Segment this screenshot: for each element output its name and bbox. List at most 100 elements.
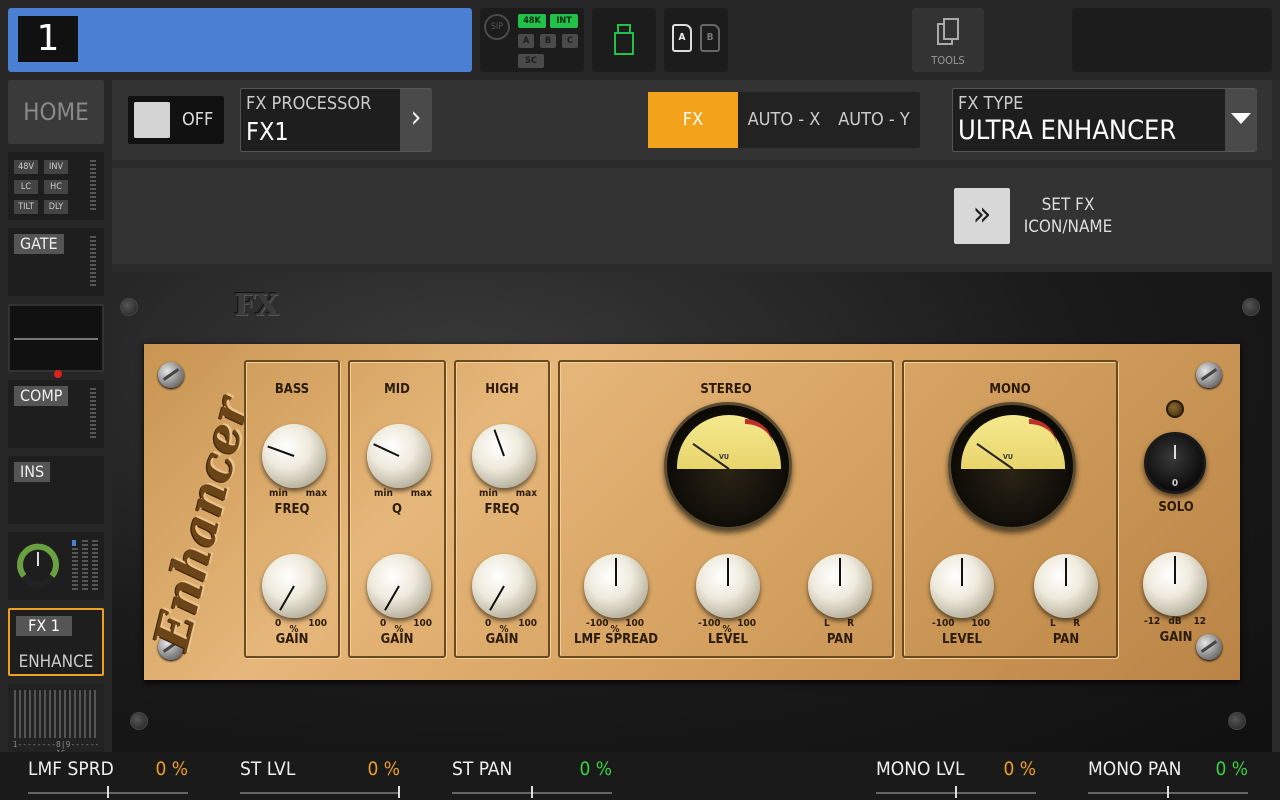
output-gain-knob[interactable] <box>1143 552 1207 616</box>
high-gain-knob[interactable] <box>472 554 536 618</box>
high-title: HIGH <box>485 382 519 397</box>
channel-number: 1 <box>18 16 78 62</box>
tab-fx[interactable]: FX <box>648 92 738 148</box>
eq-block[interactable] <box>8 304 104 378</box>
channel-strip-sidebar: HOME 48V INV LC HC TILT DLY GATE COMP IN… <box>0 80 112 758</box>
fx-type-dropdown[interactable]: FX TYPE ULTRA ENHANCER <box>952 88 1257 152</box>
bass-title: BASS <box>274 382 310 397</box>
stereo-level-knob[interactable] <box>696 554 760 618</box>
param-stereo-pan[interactable]: ST PAN 0 % <box>452 752 612 800</box>
gate-block[interactable]: GATE <box>8 228 104 296</box>
mono-pan-label: PAN <box>1052 632 1080 647</box>
mid-gain-label: GAIN <box>380 632 414 647</box>
fx-processor-value: FX1 <box>246 117 289 146</box>
param-name: ST PAN <box>452 758 513 780</box>
lmf-spread-knob[interactable] <box>584 554 648 618</box>
output-gain-hi: 12 <box>1193 616 1206 627</box>
set-fx-row: » SET FX ICON/NAME <box>112 168 1272 264</box>
param-slider-track[interactable] <box>240 792 400 794</box>
sidechain-badge: SC <box>518 54 544 68</box>
bass-gain-label: GAIN <box>275 632 309 647</box>
stereo-pan-knob[interactable] <box>808 554 872 618</box>
output-block[interactable] <box>8 532 104 600</box>
chevron-right-icon[interactable]: › <box>400 89 432 151</box>
param-mono-pan[interactable]: MONO PAN 0 % <box>1088 752 1248 800</box>
mid-gain-knob[interactable] <box>367 554 431 618</box>
param-slider-handle[interactable] <box>398 786 400 798</box>
dropdown-button[interactable] <box>1225 89 1257 151</box>
clock-badge: INT <box>550 14 578 28</box>
comp-meter <box>90 388 96 440</box>
fx-type-value: ULTRA ENHANCER <box>958 115 1177 146</box>
mono-section: MONO VU -100 100 LEVEL L R PAN <box>902 360 1118 658</box>
top-right-panel[interactable] <box>1072 8 1272 72</box>
enhancer-panel: Enhancer BASS min max FREQ 0 % 100 GAIN … <box>144 344 1240 680</box>
param-name: ST LVL <box>240 758 296 780</box>
input-block[interactable]: 48V INV LC HC TILT DLY <box>8 152 104 220</box>
bass-freq-knob[interactable] <box>262 424 326 488</box>
insert-label: INS <box>14 462 51 482</box>
rack-bolt <box>1242 298 1260 316</box>
high-gain-label: GAIN <box>485 632 519 647</box>
stereo-level-hi: 100 <box>737 618 756 629</box>
param-slider-handle[interactable] <box>107 786 109 798</box>
status-panel[interactable]: SIP 48K INT A B C SC <box>480 8 584 72</box>
fx-processor-title: FX PROCESSOR <box>246 93 372 114</box>
bus-send-meters <box>14 690 98 738</box>
stereo-pan-r: R <box>847 618 854 629</box>
mid-gain-hi: 100 <box>413 618 432 629</box>
bus-sends-block[interactable]: 1--------8|9--------16 <box>8 684 104 758</box>
fx-block-selected[interactable]: FX 1 ENHANCE <box>8 608 104 676</box>
pan-dial-icon <box>17 543 59 587</box>
card-slots-button[interactable]: A B <box>664 8 728 72</box>
param-mono-level[interactable]: MONO LVL 0 % <box>876 752 1036 800</box>
fx-on-off-toggle[interactable]: OFF <box>128 96 224 144</box>
set-fx-icon-button[interactable]: » <box>954 188 1010 244</box>
insert-block[interactable]: INS <box>8 456 104 524</box>
param-name: MONO LVL <box>876 758 965 780</box>
mono-vu-meter: VU <box>948 402 1076 530</box>
fx-header-row: OFF FX PROCESSOR FX1 › FX AUTO - X AUTO … <box>112 80 1272 160</box>
stereo-vu-meter: VU <box>664 402 792 530</box>
channel-selector[interactable]: 1 <box>8 8 472 72</box>
eq-curve <box>14 338 98 340</box>
top-bar: 1 SIP 48K INT A B C SC A B TOOLS <box>0 0 1280 80</box>
stereo-section: STEREO VU -100 % 100 LMF SPREAD -100 % 1… <box>558 360 894 658</box>
card-c-badge: C <box>562 34 578 48</box>
usb-button[interactable] <box>592 8 656 72</box>
comp-block[interactable]: COMP <box>8 380 104 448</box>
mono-level-hi: 100 <box>971 618 990 629</box>
high-freq-knob[interactable] <box>472 424 536 488</box>
mid-section: MID min max Q 0 % 100 GAIN <box>348 360 446 658</box>
param-slider-handle[interactable] <box>1167 786 1169 798</box>
set-fx-label: SET FX ICON/NAME <box>1016 194 1120 238</box>
tools-button[interactable]: TOOLS <box>912 8 984 72</box>
sample-rate-badge: 48K <box>518 14 546 28</box>
input-meter <box>90 160 96 212</box>
param-slider-handle[interactable] <box>955 786 957 798</box>
set-fx-label-line2: ICON/NAME <box>1023 217 1113 237</box>
bass-gain-knob[interactable] <box>262 554 326 618</box>
stereo-level-label: LEVEL <box>708 632 748 647</box>
param-value: 0 % <box>1003 758 1036 780</box>
toggle-label: OFF <box>182 109 214 130</box>
home-button[interactable]: HOME <box>8 80 104 144</box>
param-slider-handle[interactable] <box>531 786 533 798</box>
stereo-pan-label: PAN <box>826 632 854 647</box>
tab-auto-y[interactable]: AUTO - Y <box>828 92 920 148</box>
param-lmf-spread[interactable]: LMF SPRD 0 % <box>28 752 188 800</box>
mono-pan-r: R <box>1073 618 1080 629</box>
card-b-badge: B <box>540 34 556 48</box>
bass-freq-label: FREQ <box>274 502 310 517</box>
mono-level-label: LEVEL <box>942 632 982 647</box>
param-value: 0 % <box>1215 758 1248 780</box>
high-gain-hi: 100 <box>518 618 537 629</box>
high-section: HIGH min max FREQ 0 % 100 GAIN <box>454 360 550 658</box>
tab-auto-x[interactable]: AUTO - X <box>740 92 828 148</box>
mono-level-knob[interactable] <box>930 554 994 618</box>
lowcut-tag: LC <box>14 180 38 194</box>
mid-q-knob[interactable] <box>367 424 431 488</box>
mono-pan-knob[interactable] <box>1034 554 1098 618</box>
param-stereo-level[interactable]: ST LVL 0 % <box>240 752 400 800</box>
card-b-icon: B <box>700 24 720 52</box>
